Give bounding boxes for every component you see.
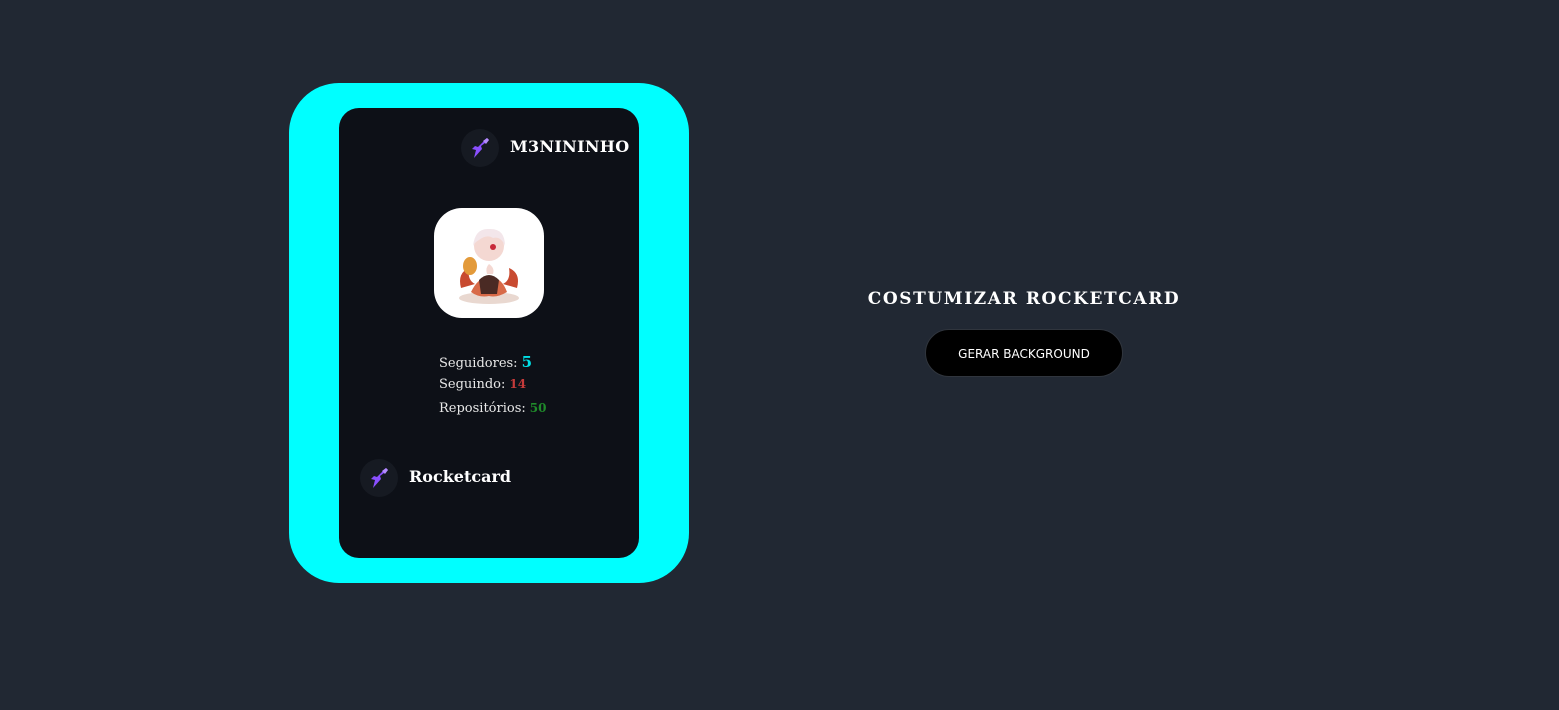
brand-name: Rocketcard	[409, 467, 512, 486]
github-username: M3NININHO	[510, 137, 630, 156]
page: M3NININHO Seguidores: 5 Seguindo: 14 Rep…	[0, 0, 1559, 710]
avatar-image	[459, 228, 519, 304]
rocketcard-frame: M3NININHO Seguidores: 5 Seguindo: 14 Rep…	[289, 83, 689, 583]
rocket-logo-badge	[461, 129, 499, 167]
rocket-logo-badge-bottom	[360, 459, 398, 497]
followers-label: Seguidores:	[439, 356, 518, 371]
repos-count: 50	[529, 401, 547, 415]
repos-row: Repositórios: 50	[439, 401, 546, 425]
repos-label: Repositórios:	[439, 401, 526, 416]
rocket-icon	[472, 138, 489, 158]
following-count: 14	[509, 377, 527, 391]
followers-count: 5	[521, 353, 532, 371]
following-row: Seguindo: 14	[439, 377, 546, 401]
generate-background-button[interactable]: GERAR BACKGROUND	[925, 329, 1123, 377]
following-label: Seguindo:	[439, 377, 506, 392]
rocketcard: M3NININHO Seguidores: 5 Seguindo: 14 Rep…	[339, 108, 639, 558]
github-stats: Seguidores: 5 Seguindo: 14 Repositórios:…	[439, 353, 546, 425]
followers-row: Seguidores: 5	[439, 353, 546, 377]
avatar	[434, 208, 544, 318]
rocket-icon	[371, 468, 388, 488]
panel-title: COSTUMIZAR ROCKETCARD	[867, 289, 1181, 309]
customize-panel: COSTUMIZAR ROCKETCARD GERAR BACKGROUND	[824, 287, 1224, 377]
